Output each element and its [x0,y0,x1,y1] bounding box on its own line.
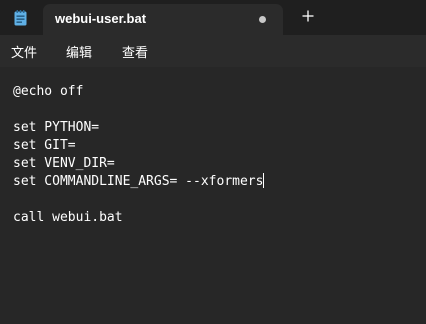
code-line: set PYTHON= [13,120,100,135]
menu-file[interactable]: 文件 [11,42,37,61]
plus-icon[interactable] [300,8,316,24]
modified-dot-icon[interactable] [259,16,266,23]
notepad-icon [14,10,27,26]
tab-webui-user-bat[interactable]: webui-user.bat [43,4,283,35]
menu-bar: 文件 编辑 查看 [0,35,426,67]
code-line-text: set COMMANDLINE_ARGS= --xformers [13,174,264,189]
code-line: set GIT= [13,138,76,153]
tab-title: webui-user.bat [55,11,147,26]
text-caret [263,173,265,188]
text-editor[interactable]: @echo off set PYTHON= set GIT= set VENV_… [0,67,426,324]
editor-content: @echo off set PYTHON= set GIT= set VENV_… [13,83,265,227]
code-line: set VENV_DIR= [13,156,115,171]
menu-view[interactable]: 查看 [122,42,148,61]
notepad-window: webui-user.bat 文件 编辑 查看 @echo off set PY… [0,0,426,324]
code-line: call webui.bat [13,210,123,225]
code-line-with-caret: set COMMANDLINE_ARGS= --xformers [13,173,265,191]
menu-edit[interactable]: 编辑 [66,42,92,61]
code-line: @echo off [13,84,84,99]
title-bar: webui-user.bat [0,0,426,35]
